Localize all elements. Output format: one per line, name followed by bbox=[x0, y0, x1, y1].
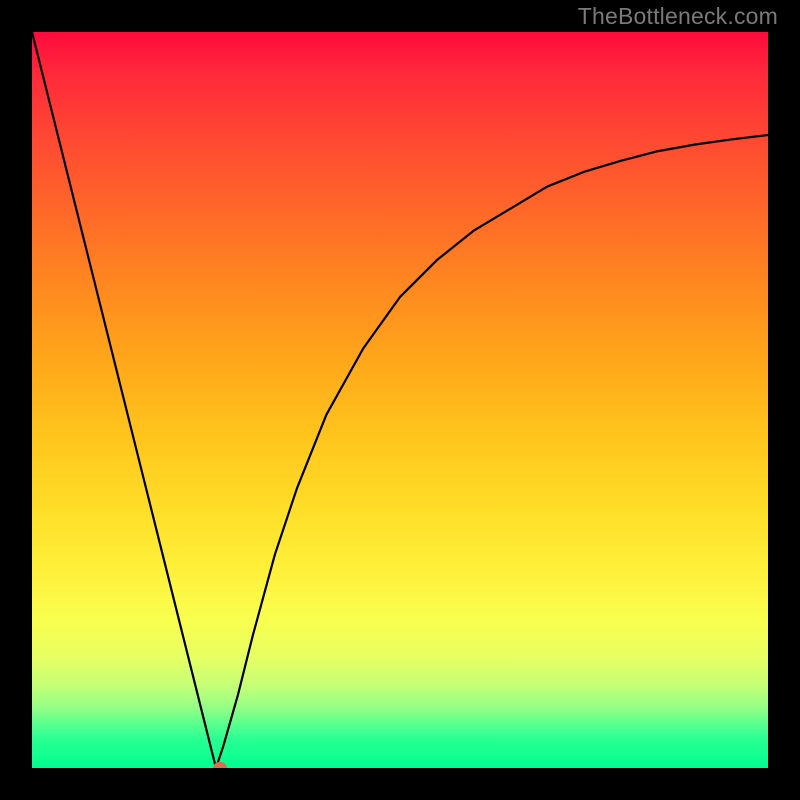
chart-frame: TheBottleneck.com bbox=[0, 0, 800, 800]
attribution-text: TheBottleneck.com bbox=[578, 3, 778, 30]
optimum-marker bbox=[213, 762, 227, 768]
plot-area bbox=[32, 32, 768, 768]
bottleneck-curve bbox=[32, 32, 768, 768]
